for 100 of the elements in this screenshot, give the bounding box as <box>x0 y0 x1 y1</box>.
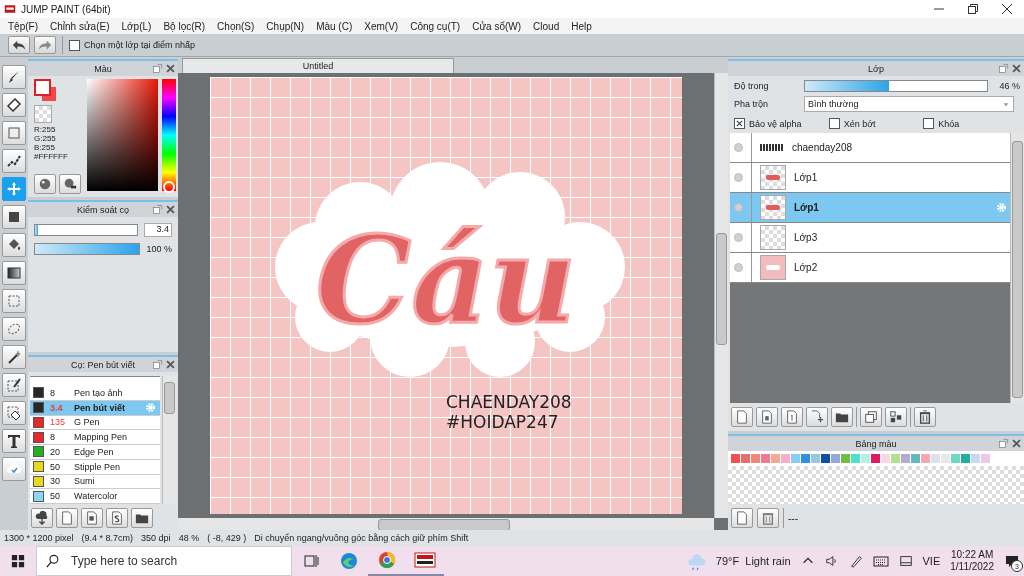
merge-layer-button[interactable] <box>885 407 907 427</box>
palette-swatch[interactable] <box>901 454 910 463</box>
undo-button[interactable] <box>8 36 30 54</box>
folder-button[interactable] <box>131 508 153 528</box>
folder-button[interactable] <box>831 407 853 427</box>
eyedropper-button[interactable] <box>59 174 81 194</box>
menu-item[interactable]: Màu (C) <box>310 20 359 32</box>
palette-swatch[interactable] <box>961 454 970 463</box>
cloud-download-button[interactable] <box>31 508 53 528</box>
palette-swatch[interactable] <box>761 454 770 463</box>
brush-item[interactable]: 8 Mapping Pen <box>30 430 160 445</box>
color-swatches[interactable] <box>34 79 58 103</box>
delete-button[interactable] <box>914 407 936 427</box>
palette-swatch[interactable] <box>811 454 820 463</box>
palette-swatch[interactable] <box>791 454 800 463</box>
palette-swatch[interactable] <box>781 454 790 463</box>
layer-item[interactable]: Lớp2 <box>730 253 1010 283</box>
brush-item[interactable]: 50 Stipple Pen <box>30 459 160 475</box>
opacity-slider[interactable] <box>805 81 889 91</box>
menu-item[interactable]: Cửa sổ(W) <box>466 20 528 32</box>
tool-button[interactable] <box>2 261 26 285</box>
layer-item[interactable]: Lớp3 <box>730 223 1010 253</box>
menu-item[interactable]: Tệp(F) <box>2 20 44 32</box>
tool-button[interactable] <box>2 93 26 117</box>
palette-swatch[interactable] <box>861 454 870 463</box>
menu-item[interactable]: Xem(V) <box>358 20 405 32</box>
language-indicator[interactable]: VIE <box>922 555 941 567</box>
brush-item[interactable]: 20 Edge Pen <box>30 445 160 460</box>
brush-size-slider[interactable] <box>35 225 39 235</box>
layer-item[interactable]: Lớp1 <box>730 193 1010 223</box>
new-layer-1bit-button[interactable] <box>781 407 803 427</box>
duplicate-layer-button[interactable] <box>860 407 882 427</box>
palette-swatch[interactable] <box>731 454 740 463</box>
scrollbar[interactable] <box>714 73 728 518</box>
palette-swatch[interactable] <box>971 454 980 463</box>
menu-item[interactable]: Help <box>565 20 598 32</box>
checkbox[interactable] <box>69 39 80 51</box>
tool-button[interactable] <box>2 429 26 453</box>
visibility-dot-icon[interactable] <box>734 233 743 242</box>
color-picker[interactable] <box>87 79 159 191</box>
delete-button[interactable] <box>757 508 779 528</box>
palette-swatch[interactable] <box>911 454 920 463</box>
menu-item[interactable]: Chỉnh sửa(E) <box>44 20 116 32</box>
palette-swatch[interactable] <box>741 454 750 463</box>
search-field[interactable]: Type here to search <box>36 546 292 576</box>
visibility-dot-icon[interactable] <box>734 263 743 272</box>
palette-swatch[interactable] <box>751 454 760 463</box>
palette-swatch[interactable] <box>771 454 780 463</box>
scrollbar[interactable] <box>162 376 176 504</box>
brush-settings-button[interactable] <box>106 508 128 528</box>
brush-item[interactable]: 30 Sumi <box>30 474 160 490</box>
visibility-dot-icon[interactable] <box>734 173 743 182</box>
palette-swatch[interactable] <box>921 454 930 463</box>
scrollbar[interactable] <box>178 518 714 530</box>
drawing-canvas[interactable]: Cáu CHAENDAY208 #HOIDAP247 <box>210 77 682 514</box>
new-palette-button[interactable] <box>731 508 753 528</box>
palette-swatch[interactable] <box>941 454 950 463</box>
new-layer-8bit-button[interactable] <box>756 407 778 427</box>
visibility-dot-icon[interactable] <box>734 203 743 212</box>
menu-item[interactable]: Bộ lọc(R) <box>157 20 212 32</box>
tool-button[interactable] <box>2 373 26 397</box>
checkbox[interactable] <box>734 118 745 129</box>
weather-text[interactable]: 79°F Light rain <box>715 555 791 567</box>
tool-button[interactable] <box>2 233 26 257</box>
size-field[interactable]: 3.4 <box>144 223 172 237</box>
palette-swatch[interactable] <box>851 454 860 463</box>
palette-swatch[interactable] <box>931 454 940 463</box>
transparent-swatch[interactable] <box>34 105 52 123</box>
density-slider[interactable] <box>35 244 140 254</box>
tool-button[interactable] <box>2 205 26 229</box>
palette-swatch[interactable] <box>981 454 990 463</box>
palette-swatch[interactable] <box>881 454 890 463</box>
checkbox[interactable] <box>828 118 840 129</box>
brush-item[interactable]: 8 Pen tạo ảnh <box>30 386 160 401</box>
layer-item[interactable]: Lớp1 <box>730 163 1010 193</box>
palette-swatch[interactable] <box>831 454 840 463</box>
tool-button[interactable] <box>2 149 26 173</box>
add-layer-menu-button[interactable] <box>806 407 828 427</box>
copy-brush-button[interactable] <box>81 508 103 528</box>
document-tab[interactable]: Untitled <box>182 58 454 73</box>
new-layer-button[interactable] <box>731 407 753 427</box>
layer-item[interactable]: chaenday208 <box>730 133 1010 163</box>
scrollbar[interactable] <box>1010 133 1024 403</box>
menu-item[interactable]: Chụp(N) <box>260 20 311 32</box>
brush-item[interactable]: 135 G Pen <box>30 415 160 431</box>
palette-swatch[interactable] <box>801 454 810 463</box>
menu-item[interactable]: Chọn(S) <box>211 20 261 32</box>
palette-swatch[interactable] <box>841 454 850 463</box>
checkbox[interactable] <box>923 118 935 129</box>
clock[interactable]: 10:22 AM 1/11/2022 <box>950 549 994 573</box>
menu-item[interactable]: Lớp(L) <box>115 20 158 32</box>
palette-swatch[interactable] <box>951 454 960 463</box>
visibility-dot-icon[interactable] <box>734 143 743 152</box>
palette-swatch[interactable] <box>871 454 880 463</box>
tool-button[interactable] <box>2 401 26 425</box>
brush-item[interactable]: 50 Watercolor <box>30 489 160 504</box>
blend-mode-dropdown[interactable]: Bình thường <box>804 96 1014 112</box>
palette-button[interactable] <box>34 174 56 194</box>
menu-item[interactable]: Công cụ(T) <box>404 20 467 32</box>
palette-swatch[interactable] <box>891 454 900 463</box>
